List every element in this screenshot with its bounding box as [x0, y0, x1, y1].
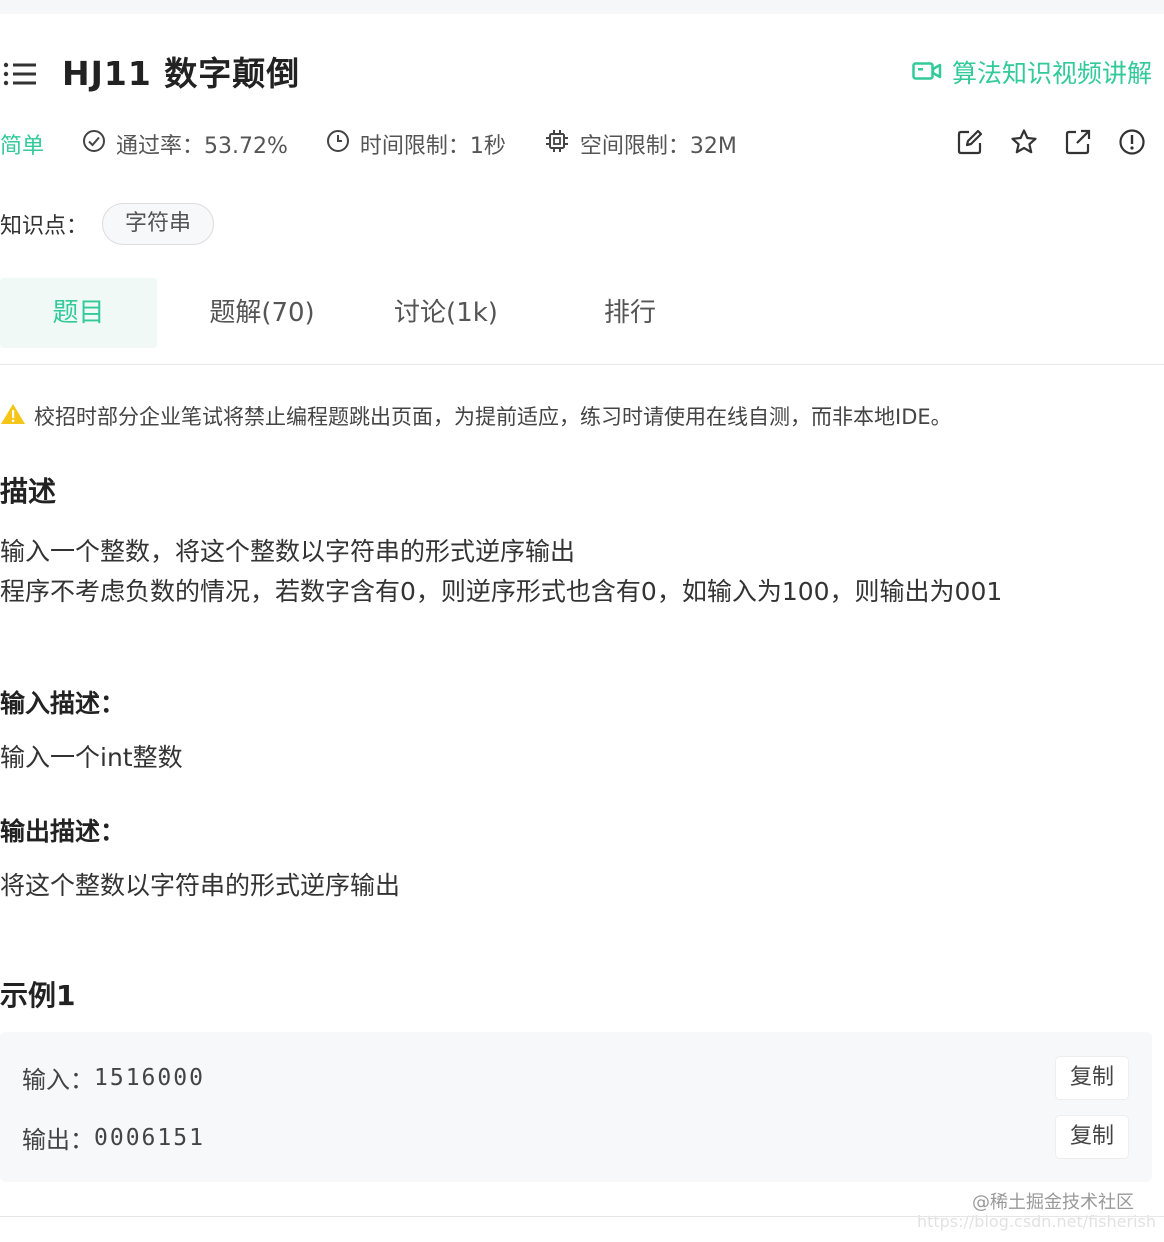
tab-bar: 题目 题解(70) 讨论(1k) 排行: [0, 278, 1164, 365]
clock-icon: [326, 129, 360, 159]
tab-solutions[interactable]: 题解(70): [182, 278, 342, 348]
example-output-label: 输出：: [22, 1126, 94, 1154]
time-limit: 时间限制：1秒: [326, 128, 506, 160]
example-input-label: 输入：: [22, 1066, 94, 1094]
pass-rate: 通过率：53.72%: [82, 128, 288, 160]
bottom-divider: [0, 1216, 1164, 1217]
example-heading: 示例1: [0, 979, 76, 1012]
watermark-juejin: @稀土掘金技术社区: [972, 1192, 1134, 1213]
example-input-value: 1516000: [94, 1064, 205, 1091]
check-circle-icon: [82, 129, 116, 159]
action-icons: [956, 128, 1146, 156]
example-output-value: 0006151: [94, 1124, 205, 1151]
watermark-url: https://blog.csdn.net/fisherish: [916, 1212, 1156, 1231]
input-desc-heading: 输入描述：: [0, 689, 126, 718]
difficulty-badge: 简单: [0, 134, 45, 159]
example-box: 输入： 1516000 复制 输出： 0006151 复制: [0, 1032, 1152, 1182]
output-desc-text: 将这个整数以字符串的形式逆序输出: [0, 871, 401, 900]
knowledge-tag[interactable]: 字符串: [102, 203, 215, 245]
share-icon[interactable]: [1064, 128, 1092, 156]
knowledge-label: 知识点：: [0, 214, 89, 239]
video-camera-icon: [912, 56, 952, 92]
example-input: 输入： 1516000: [22, 1060, 205, 1095]
description-line-1: 输入一个整数，将这个整数以字符串的形式逆序输出: [0, 537, 576, 566]
notice-text: 校招时部分企业笔试将禁止编程题跳出页面，为提前适应，练习时请使用在线自测，而非本…: [34, 405, 952, 429]
meta-row: 简单 通过率：53.72% 时间限制：1秒 空间限制：32M: [0, 124, 1164, 164]
report-icon[interactable]: [1118, 128, 1146, 156]
time-limit-text: 时间限制：1秒: [359, 134, 506, 159]
knowledge-row: 知识点： 字符串: [0, 202, 215, 246]
copy-output-button[interactable]: 复制: [1056, 1116, 1128, 1158]
tab-problem[interactable]: 题目: [0, 278, 157, 348]
memory-limit-text: 空间限制：32M: [579, 134, 737, 159]
star-icon[interactable]: [1010, 128, 1038, 156]
title-row: HJ11 数字颠倒 算法知识视频讲解: [0, 50, 1164, 98]
pass-rate-text: 通过率：53.72%: [116, 134, 288, 159]
video-link-label: 算法知识视频讲解: [951, 59, 1152, 88]
notice-banner: 校招时部分企业笔试将禁止编程题跳出页面，为提前适应，练习时请使用在线自测，而非本…: [0, 398, 1164, 434]
page-title: HJ11 数字颠倒: [62, 54, 301, 93]
description-line-2: 程序不考虑负数的情况，若数字含有0，则逆序形式也含有0，如输入为100，则输出为…: [0, 577, 1003, 606]
input-desc-text: 输入一个int整数: [0, 743, 183, 772]
top-strip: [0, 0, 1164, 14]
list-menu-icon[interactable]: [2, 60, 38, 88]
copy-input-button[interactable]: 复制: [1056, 1057, 1128, 1099]
chip-icon: [544, 128, 580, 160]
warning-icon: [0, 402, 34, 431]
tab-discussion[interactable]: 讨论(1k): [366, 278, 526, 348]
edit-icon[interactable]: [956, 128, 984, 156]
memory-limit: 空间限制：32M: [544, 128, 737, 160]
video-lecture-link[interactable]: 算法知识视频讲解: [912, 56, 1152, 92]
output-desc-heading: 输出描述：: [0, 817, 126, 846]
description-heading: 描述: [0, 475, 57, 508]
example-output: 输出： 0006151: [22, 1120, 205, 1155]
tab-ranking[interactable]: 排行: [550, 278, 710, 348]
